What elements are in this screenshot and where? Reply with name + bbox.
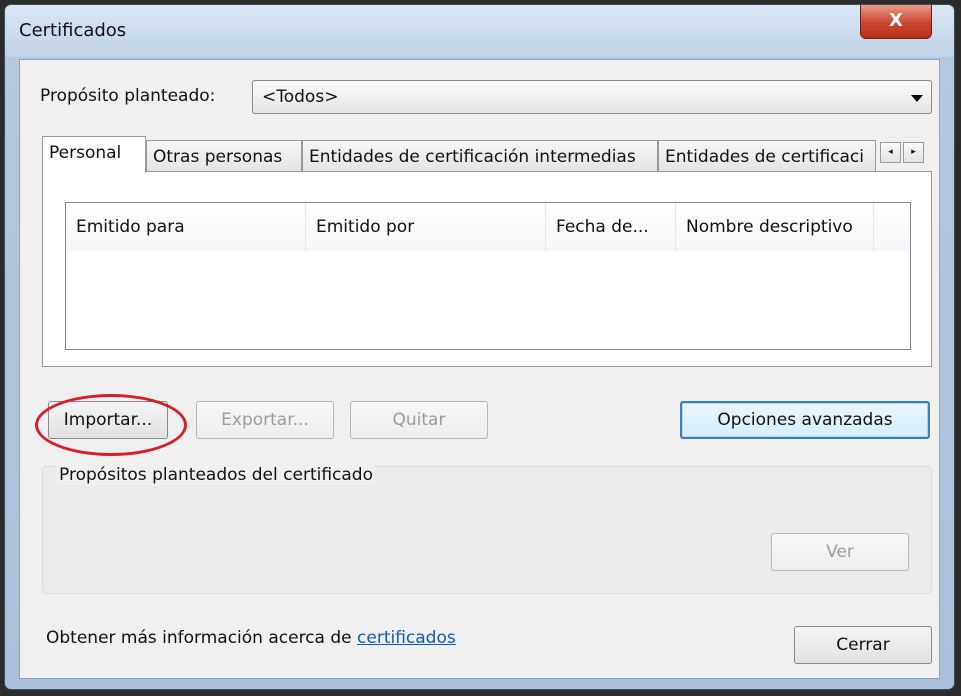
- export-button[interactable]: Exportar...: [196, 401, 334, 439]
- group-title: Propósitos planteados del certificado: [57, 465, 375, 485]
- tab-scroll-left-icon[interactable]: ◂: [880, 142, 901, 163]
- certificate-purposes-group: Propósitos planteados del certificado Ve…: [42, 465, 932, 594]
- remove-button[interactable]: Quitar: [350, 401, 488, 439]
- certificate-list[interactable]: Emitido para Emitido por Fecha de... Nom…: [65, 202, 911, 350]
- tab-label: Personal: [49, 143, 122, 163]
- tab-root-cas[interactable]: Entidades de certificaci: [658, 140, 876, 172]
- tab-personal[interactable]: Personal: [42, 136, 146, 173]
- footer-prefix: Obtener más información acerca de: [46, 628, 358, 648]
- import-button[interactable]: Importar...: [48, 401, 168, 439]
- purpose-dropdown-value: <Todos>: [262, 87, 339, 107]
- column-header-friendly-name[interactable]: Nombre descriptivo: [676, 203, 874, 251]
- tab-panel-personal: Emitido para Emitido por Fecha de... Nom…: [42, 171, 932, 367]
- purpose-label: Propósito planteado:: [40, 86, 216, 106]
- close-button[interactable]: Cerrar: [794, 626, 932, 664]
- column-header-issued-by[interactable]: Emitido por: [306, 203, 546, 251]
- advanced-options-button[interactable]: Opciones avanzadas: [680, 401, 930, 439]
- footer-text: Obtener más información acerca de certif…: [46, 628, 456, 648]
- certificates-dialog: Certificados X Propósito planteado: <Tod…: [4, 4, 955, 690]
- column-header-expiration[interactable]: Fecha de...: [546, 203, 676, 251]
- tab-intermediate-cas[interactable]: Entidades de certificación intermedias: [302, 140, 658, 172]
- certificate-tabs: Personal Otras personas Entidades de cer…: [42, 136, 932, 173]
- close-window-button[interactable]: X: [860, 5, 932, 39]
- dialog-body: Propósito planteado: <Todos> Personal Ot…: [19, 59, 940, 679]
- tab-scroll-right-icon[interactable]: ▸: [903, 142, 924, 163]
- tab-label: Otras personas: [153, 147, 283, 167]
- purpose-dropdown[interactable]: <Todos>: [252, 80, 932, 114]
- tab-otras-personas[interactable]: Otras personas: [146, 140, 302, 172]
- tab-label: Entidades de certificaci: [665, 147, 865, 167]
- title-bar[interactable]: Certificados X: [5, 5, 954, 57]
- list-header: Emitido para Emitido por Fecha de... Nom…: [66, 203, 910, 251]
- certificates-link[interactable]: certificados: [357, 628, 456, 648]
- chevron-down-icon[interactable]: [911, 95, 923, 102]
- view-button[interactable]: Ver: [771, 533, 909, 571]
- column-header-issued-to[interactable]: Emitido para: [66, 203, 306, 251]
- tab-label: Entidades de certificación intermedias: [309, 147, 636, 167]
- dialog-title: Certificados: [19, 20, 127, 41]
